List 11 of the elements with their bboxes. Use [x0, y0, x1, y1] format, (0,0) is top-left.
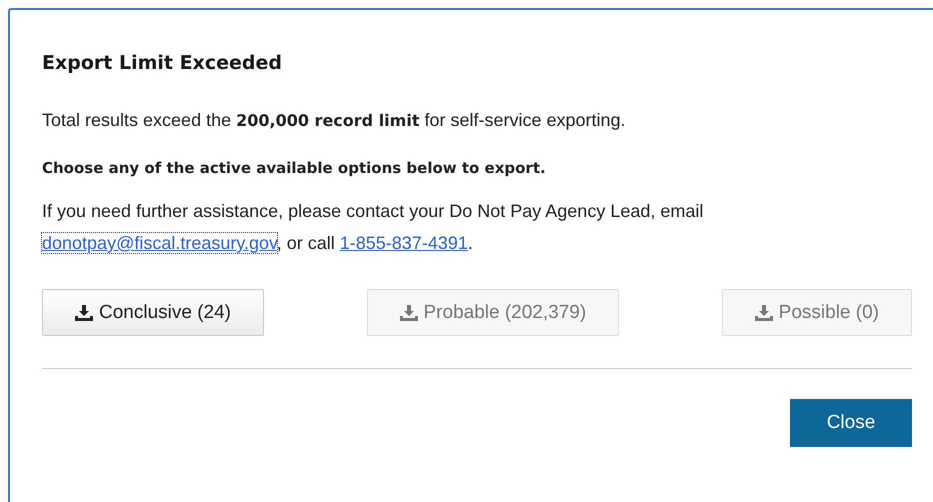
- email-link[interactable]: donotpay@fiscal.treasury.gov: [42, 233, 277, 253]
- close-button[interactable]: Close: [790, 399, 912, 447]
- download-icon: [754, 304, 773, 320]
- phone-link[interactable]: 1-855-837-4391: [340, 233, 468, 253]
- download-icon: [400, 304, 418, 320]
- instruction-text: Choose any of the active available options below to export.: [42, 159, 547, 177]
- dialog-title: Export Limit Exceeded: [42, 52, 283, 74]
- export-button[interactable]: Conclusive (24): [42, 289, 264, 336]
- message-text: Total results exceed the 200,000 record limit for self-service exporting.: [42, 109, 627, 132]
- download-icon: [75, 304, 93, 320]
- contact-text: If you need further assistance, please contact your Do Not Pay Agency Lead, email donotpay@fiscal.treasury.gov, or call 1-855-837-4391.: [42, 200, 704, 255]
